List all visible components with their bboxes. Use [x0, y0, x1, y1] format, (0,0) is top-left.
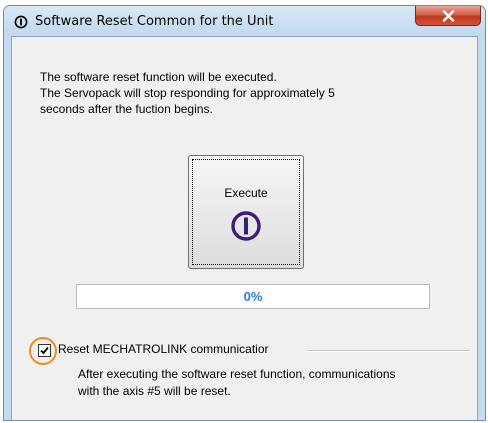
- window-title: Software Reset Common for the Unit: [35, 14, 274, 29]
- title-bar[interactable]: Software Reset Common for the Unit: [4, 6, 485, 36]
- reset-mechatrolink-checkbox[interactable]: [38, 344, 51, 357]
- dialog-window: Software Reset Common for the Unit The s…: [3, 5, 486, 421]
- power-icon: [14, 15, 28, 29]
- close-icon: [442, 10, 455, 22]
- progress-bar: 0%: [76, 284, 430, 309]
- group-divider: [307, 350, 470, 352]
- progress-text: 0%: [243, 289, 263, 304]
- reset-option-line: with the axis #5 will be reset.: [78, 384, 231, 398]
- dialog-content: The software reset function will be exec…: [11, 36, 478, 420]
- execute-button-label: Execute: [224, 186, 268, 200]
- description-text: The software reset function will be exec…: [40, 69, 335, 117]
- checkmark-icon: [40, 346, 49, 355]
- close-button[interactable]: [415, 6, 481, 26]
- execute-button[interactable]: Execute: [188, 155, 304, 269]
- reset-option-description: After executing the software reset funct…: [78, 366, 396, 400]
- power-icon: [231, 211, 261, 241]
- description-line: The Servopack will stop responding for a…: [40, 86, 335, 100]
- reset-option-line: After executing the software reset funct…: [78, 367, 396, 381]
- reset-mechatrolink-label[interactable]: Reset MECHATROLINK communicatior: [58, 342, 273, 356]
- description-line: seconds after the fuction begins.: [40, 102, 213, 116]
- description-line: The software reset function will be exec…: [40, 70, 277, 84]
